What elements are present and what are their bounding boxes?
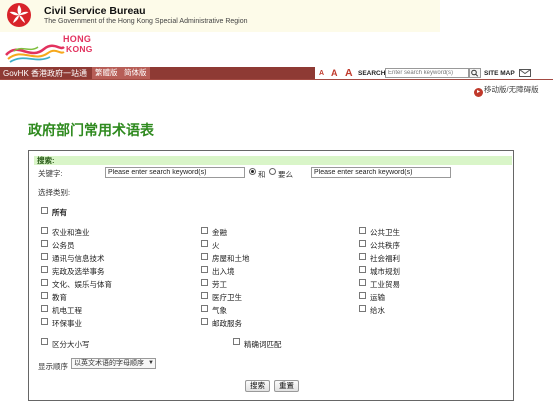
category-checkbox[interactable] [201, 240, 208, 247]
category-checkbox[interactable] [201, 279, 208, 286]
category-checkbox[interactable] [201, 266, 208, 273]
category-label-item: 邮政服务 [212, 319, 242, 328]
category-checkbox[interactable] [201, 227, 208, 234]
exact-match-checkbox[interactable] [233, 338, 240, 345]
chevron-down-icon: ▼ [148, 360, 154, 366]
category-label-item: 劳工 [212, 280, 227, 289]
mobile-version-label: 移动版/无障碍版 [484, 85, 539, 94]
category-label: 选择类别: [38, 188, 71, 197]
keyword-input-2[interactable] [311, 167, 451, 178]
category-label-item: 公共秩序 [370, 241, 400, 250]
site-search-input[interactable] [385, 68, 469, 78]
bauhinia-emblem-icon [7, 3, 31, 27]
category-checkbox[interactable] [41, 305, 48, 312]
reset-button[interactable]: 重置 [274, 380, 299, 392]
keyword-input-1[interactable] [105, 167, 245, 178]
category-label-item: 社会福利 [370, 254, 400, 263]
category-checkbox[interactable] [359, 305, 366, 312]
site-header: Civil Service Bureau The Government of t… [0, 0, 440, 32]
mobile-version-link[interactable]: ▸ 移动版/无障碍版 [474, 84, 539, 97]
search-button[interactable]: 搜索 [245, 380, 270, 392]
category-label-item: 农业和渔业 [52, 228, 90, 237]
govhk-link[interactable]: GovHK 香港政府一站通 [3, 68, 87, 79]
category-label-item: 教育 [52, 293, 67, 302]
category-label-item: 运输 [370, 293, 385, 302]
category-checkbox[interactable] [41, 318, 48, 325]
lang-traditional-chinese[interactable]: 繁體版 [92, 67, 121, 79]
case-sensitive-checkbox[interactable] [41, 338, 48, 345]
case-sensitive-label: 区分大小写 [52, 340, 90, 349]
category-checkbox[interactable] [41, 253, 48, 260]
category-label-item: 公务员 [52, 241, 75, 250]
category-checkbox[interactable] [41, 292, 48, 299]
category-label-item: 火 [212, 241, 220, 250]
all-checkbox[interactable] [41, 207, 48, 214]
sitemap-link[interactable]: SITE MAP [484, 70, 515, 77]
category-checkbox[interactable] [359, 266, 366, 273]
category-checkbox[interactable] [359, 292, 366, 299]
search-form-panel: 搜索: 关键字: 和 要么 选择类别: 所有 农业和渔业 金融 公共卫生公务员 火 公共… [28, 150, 514, 401]
category-checkbox[interactable] [41, 266, 48, 273]
category-label-item: 气象 [212, 306, 227, 315]
category-label-item: 公共卫生 [370, 228, 400, 237]
font-size-small-button[interactable]: A [319, 70, 324, 77]
category-checkbox[interactable] [201, 292, 208, 299]
site-search-button[interactable] [469, 68, 481, 78]
category-label-item: 通讯与信息技术 [52, 254, 105, 263]
lang-simplified-chinese[interactable]: 简体版 [121, 67, 150, 79]
category-checkbox[interactable] [41, 227, 48, 234]
font-size-large-button[interactable]: A [345, 67, 353, 79]
category-checkbox[interactable] [359, 279, 366, 286]
category-label-item: 环保事业 [52, 319, 82, 328]
category-checkbox[interactable] [41, 279, 48, 286]
page-title: 政府部门常用术语表 [28, 122, 154, 138]
font-size-medium-button[interactable]: A [331, 68, 338, 78]
and-radio[interactable] [249, 168, 256, 175]
exact-match-label: 精确词匹配 [244, 340, 282, 349]
search-icon [471, 69, 479, 77]
mail-icon[interactable] [519, 69, 531, 77]
display-order-value: 以英文术语的字母顺序 [74, 360, 144, 367]
top-navbar: GovHK 香港政府一站通 繁體版 简体版 A A A SEARCH SITE … [0, 67, 553, 80]
category-checkbox[interactable] [41, 240, 48, 247]
category-label-item: 房屋和土地 [212, 254, 250, 263]
government-subtitle: The Government of the Hong Kong Special … [44, 18, 248, 25]
mobile-icon: ▸ [474, 88, 483, 97]
brand-text-kong: KONG [66, 44, 93, 54]
search-form-heading: 搜索: [34, 156, 512, 165]
department-name: Civil Service Bureau [44, 5, 146, 17]
category-label-item: 宪政及选举事务 [52, 267, 105, 276]
category-label-item: 金融 [212, 228, 227, 237]
category-label-item: 机电工程 [52, 306, 82, 315]
category-label-item: 城市规划 [370, 267, 400, 276]
display-order-select[interactable]: 以英文术语的字母顺序 ▼ [71, 358, 156, 369]
category-label-item: 医疗卫生 [212, 293, 242, 302]
keyword-label: 关键字: [38, 169, 63, 178]
category-label-item: 出入境 [212, 267, 235, 276]
navbar-tools: A A A SEARCH SITE MAP [315, 67, 553, 80]
category-label-item: 文化、娱乐与体育 [52, 280, 112, 289]
category-checkbox[interactable] [359, 253, 366, 260]
brand-text-hong: HONG [63, 34, 92, 44]
all-checkbox-label: 所有 [52, 208, 67, 217]
category-checkbox[interactable] [359, 227, 366, 234]
or-radio-label: 要么 [278, 170, 293, 179]
category-checkbox[interactable] [201, 305, 208, 312]
category-label-item: 给水 [370, 306, 385, 315]
and-radio-label: 和 [258, 170, 266, 179]
category-checkbox[interactable] [201, 253, 208, 260]
site-search-label: SEARCH [358, 70, 386, 77]
or-radio[interactable] [269, 168, 276, 175]
category-checkbox[interactable] [201, 318, 208, 325]
category-checkbox[interactable] [359, 240, 366, 247]
display-order-label: 显示顺序 [38, 362, 68, 371]
category-label-item: 工业贸易 [370, 280, 400, 289]
